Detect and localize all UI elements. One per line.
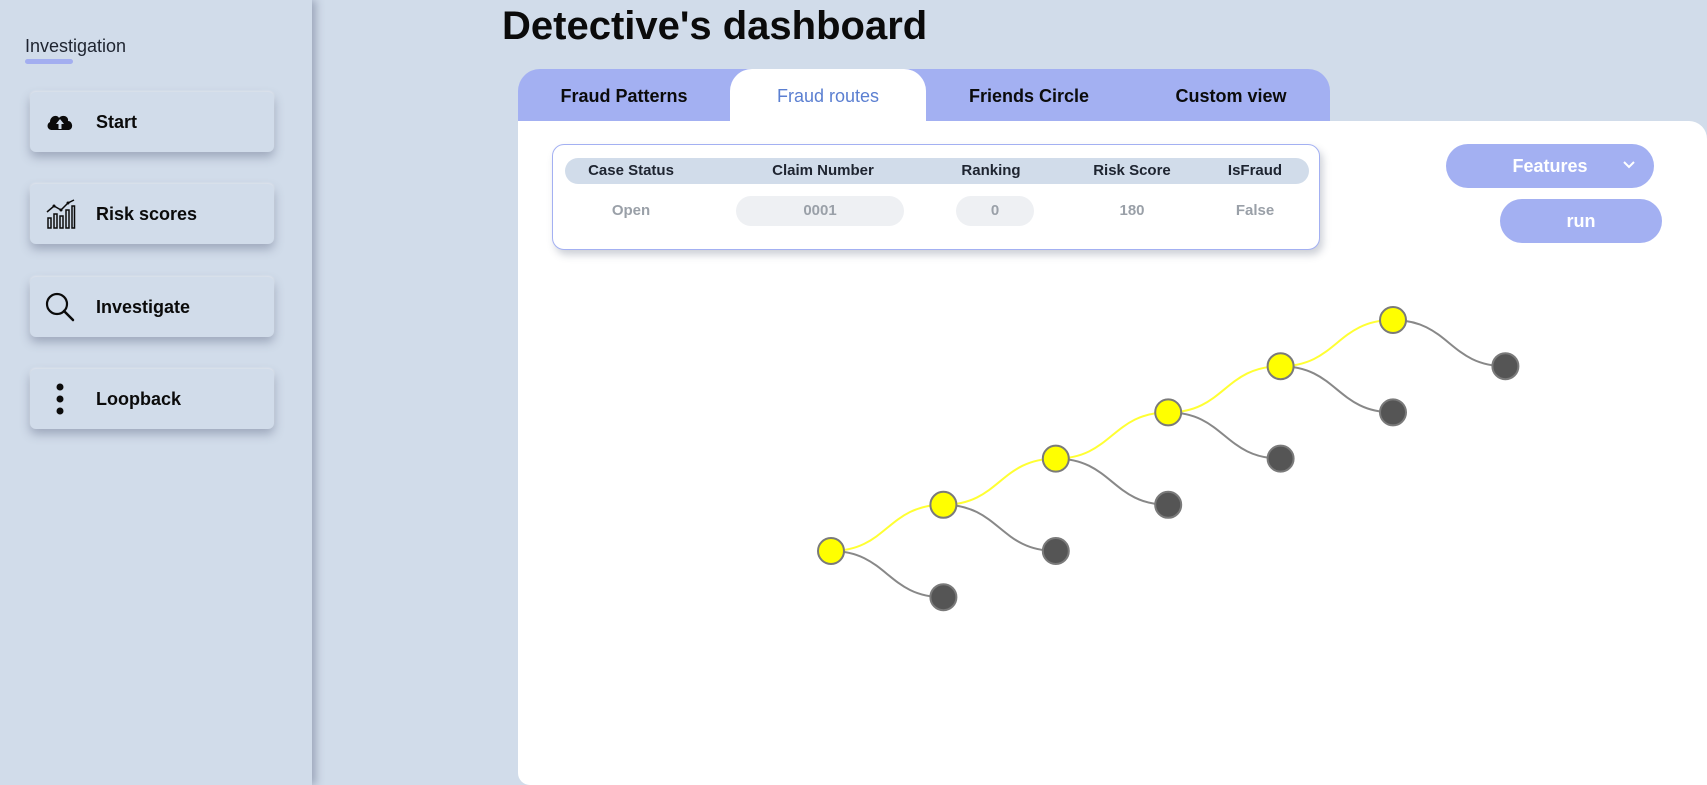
branch-node[interactable] bbox=[1266, 444, 1295, 473]
graph-nodes bbox=[817, 306, 1520, 612]
route-node[interactable] bbox=[1041, 444, 1070, 473]
route-edge bbox=[1168, 365, 1281, 414]
route-node[interactable] bbox=[1154, 398, 1183, 427]
route-node[interactable] bbox=[1379, 306, 1407, 334]
route-edge bbox=[1055, 411, 1169, 460]
branch-edge bbox=[1280, 365, 1394, 414]
graph-edges bbox=[830, 319, 1506, 599]
branch-node[interactable] bbox=[1379, 398, 1407, 427]
branch-node[interactable] bbox=[1041, 537, 1070, 565]
route-node[interactable] bbox=[817, 537, 845, 565]
branch-edge bbox=[830, 550, 944, 599]
route-edge bbox=[1280, 319, 1394, 368]
route-edge bbox=[830, 503, 944, 552]
route-edge bbox=[943, 457, 1056, 506]
fraud-route-graph bbox=[817, 306, 1520, 612]
route-node[interactable] bbox=[929, 490, 958, 519]
branch-node[interactable] bbox=[929, 583, 958, 612]
branch-edge bbox=[943, 503, 1056, 552]
branch-edge bbox=[1168, 411, 1281, 460]
branch-edge bbox=[1055, 457, 1169, 506]
route-node[interactable] bbox=[1266, 352, 1295, 381]
branch-node[interactable] bbox=[1154, 490, 1183, 519]
branch-edge bbox=[1392, 319, 1506, 368]
branch-node[interactable] bbox=[1491, 352, 1520, 381]
